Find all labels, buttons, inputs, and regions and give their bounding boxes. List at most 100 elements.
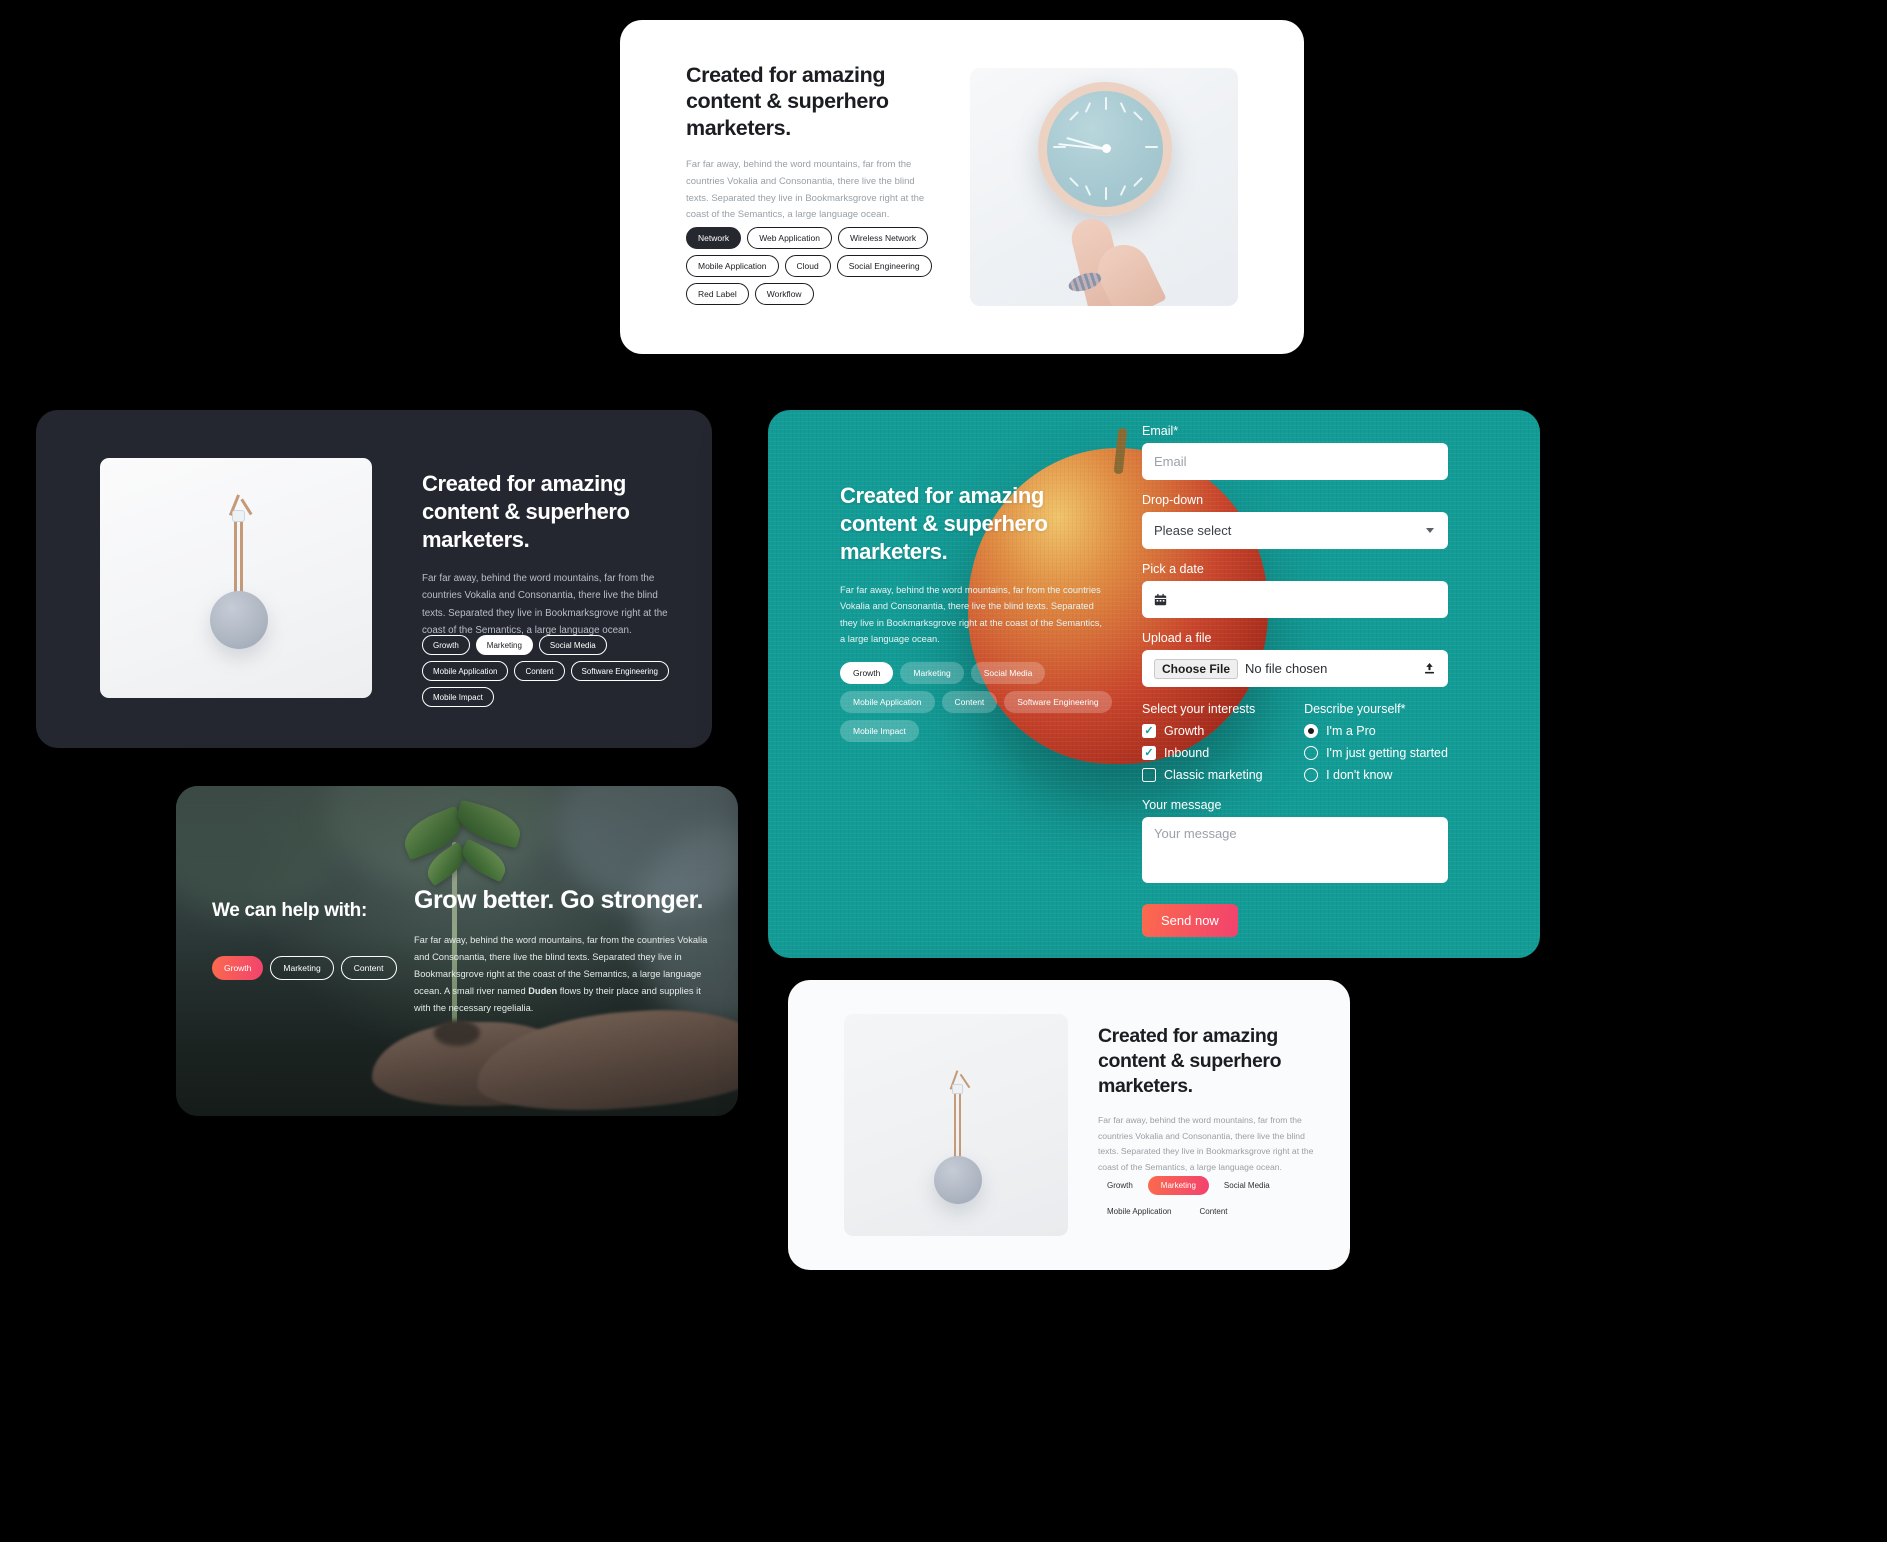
card-form-heading: Created for amazing content & superhero …: [840, 482, 1112, 566]
interests-legend: Select your interests: [1142, 702, 1256, 716]
radio-i-dont-know[interactable]: I don't know: [1304, 768, 1448, 782]
tag-mobile-application[interactable]: Mobile Application: [422, 661, 509, 681]
heading-line: marketers.: [840, 538, 948, 564]
radio-icon[interactable]: [1304, 768, 1319, 782]
card-form: Created for amazing content & superhero …: [768, 410, 1540, 958]
radio-icon[interactable]: [1304, 724, 1319, 738]
tag-workflow[interactable]: Workflow: [754, 283, 814, 305]
pendant-photo-light: [844, 1014, 1068, 1236]
upload-icon[interactable]: [1423, 662, 1436, 675]
dropdown-label: Drop-down: [1142, 493, 1204, 507]
tag-social-media[interactable]: Social Media: [538, 635, 607, 655]
heading-line: Created for amazing: [840, 483, 1044, 508]
tag-red-label[interactable]: Red Label: [686, 283, 749, 305]
checkbox-growth[interactable]: Growth: [1142, 724, 1282, 738]
calendar-icon: [1154, 593, 1167, 606]
card-form-tags: Growth Marketing Social Media Mobile App…: [840, 662, 1122, 742]
checkbox-label: Growth: [1164, 724, 1205, 738]
tag-mobile-impact[interactable]: Mobile Impact: [840, 720, 919, 742]
tag-content[interactable]: Content: [1190, 1202, 1236, 1221]
card-dark: Created for amazing content & superhero …: [36, 410, 712, 748]
tag-wireless-network[interactable]: Wireless Network: [838, 227, 929, 249]
tag-social-media[interactable]: Social Media: [970, 662, 1046, 684]
checkbox-icon[interactable]: [1142, 746, 1156, 760]
tag-row: Mobile Application Content: [1098, 1202, 1334, 1221]
card-light-heading: Created for amazing content & superhero …: [1098, 1024, 1334, 1098]
screenshot-root: Created for amazing content & superhero …: [0, 0, 1887, 1542]
radio-label: I don't know: [1326, 768, 1393, 782]
card-nature: We can help with: Growth Marketing Conte…: [176, 786, 738, 1116]
card-clock-tags: Network Web Application Wireless Network…: [686, 227, 950, 305]
card-dark-heading: Created for amazing content & superhero …: [422, 470, 690, 554]
card-nature-body: Far far away, behind the word mountains,…: [414, 932, 719, 1017]
tag-cloud[interactable]: Cloud: [784, 255, 831, 277]
dropdown-select[interactable]: Please select: [1142, 512, 1448, 549]
card-clock-heading: Created for amazing content & superhero …: [686, 62, 936, 141]
tag-growth[interactable]: Growth: [422, 635, 470, 655]
tag-marketing[interactable]: Marketing: [900, 662, 964, 684]
tag-software-engineering[interactable]: Software Engineering: [1004, 691, 1112, 713]
card-nature-heading: Grow better. Go stronger.: [414, 886, 703, 914]
card-dark-body: Far far away, behind the word mountains,…: [422, 572, 668, 637]
tag-marketing[interactable]: Marketing: [475, 635, 533, 655]
tag-network[interactable]: Network: [686, 227, 742, 249]
radio-just-getting-started[interactable]: I'm just getting started: [1304, 746, 1448, 760]
tag-content[interactable]: Content: [340, 956, 397, 980]
tag-web-application[interactable]: Web Application: [747, 227, 832, 249]
card-clock: Created for amazing content & superhero …: [620, 20, 1304, 354]
file-input[interactable]: Choose File No file chosen: [1142, 650, 1448, 687]
heading-line: marketers.: [1098, 1074, 1193, 1097]
email-label: Email*: [1142, 424, 1179, 438]
tag-social-engineering[interactable]: Social Engineering: [836, 255, 932, 277]
heading-line: content & superhero: [686, 89, 889, 114]
radio-icon[interactable]: [1304, 746, 1319, 760]
heading-line: content & superhero: [1098, 1049, 1282, 1072]
checkbox-label: Inbound: [1164, 746, 1210, 760]
send-now-button[interactable]: Send now: [1142, 904, 1238, 937]
checkbox-label: Classic marketing: [1164, 768, 1263, 782]
heading-line: content & superhero: [840, 510, 1048, 536]
heading-line: content & superhero: [422, 498, 630, 524]
tag-content[interactable]: Content: [514, 661, 565, 681]
file-status: No file chosen: [1245, 661, 1328, 676]
tag-mobile-application[interactable]: Mobile Application: [1098, 1202, 1180, 1221]
tag-marketing[interactable]: Marketing: [270, 956, 334, 980]
heading-line: marketers.: [422, 526, 530, 552]
radio-label: I'm a Pro: [1326, 724, 1376, 738]
card-nature-kicker: We can help with:: [212, 900, 368, 921]
heading-line: Created for amazing: [422, 471, 626, 496]
checkbox-inbound[interactable]: Inbound: [1142, 746, 1282, 760]
card-dark-tags: Growth Marketing Social Media Mobile App…: [422, 635, 690, 707]
heading-line: Created for amazing: [1098, 1025, 1278, 1047]
tag-mobile-impact[interactable]: Mobile Impact: [422, 687, 494, 707]
tag-content[interactable]: Content: [941, 691, 998, 713]
tag-social-media[interactable]: Social Media: [1215, 1176, 1279, 1195]
tag-mobile-application[interactable]: Mobile Application: [840, 691, 935, 713]
heading-line: Created for amazing: [686, 63, 886, 87]
date-label: Pick a date: [1142, 562, 1204, 576]
message-label: Your message: [1142, 798, 1222, 812]
tag-growth[interactable]: Growth: [1098, 1176, 1142, 1195]
heading-line: marketers.: [686, 115, 791, 140]
tag-mobile-application[interactable]: Mobile Application: [686, 255, 779, 277]
choose-file-button[interactable]: Choose File: [1154, 658, 1239, 679]
tag-marketing[interactable]: Marketing: [1147, 1176, 1209, 1195]
card-light-tags: Growth Marketing Social Media Mobile App…: [1098, 1176, 1334, 1221]
date-input[interactable]: [1142, 581, 1448, 618]
radio-im-a-pro[interactable]: I'm a Pro: [1304, 724, 1448, 738]
card-clock-body: Far far away, behind the word mountains,…: [686, 159, 925, 221]
tag-software-engineering[interactable]: Software Engineering: [570, 661, 670, 681]
tag-growth[interactable]: Growth: [840, 662, 894, 684]
dropdown-value[interactable]: Please select: [1142, 512, 1448, 549]
radio-label: I'm just getting started: [1326, 746, 1448, 760]
describe-legend: Describe yourself*: [1304, 702, 1406, 716]
checkbox-classic-marketing[interactable]: Classic marketing: [1142, 768, 1282, 782]
clock-photo: [970, 68, 1238, 306]
checkbox-icon[interactable]: [1142, 724, 1156, 738]
email-input[interactable]: [1142, 443, 1448, 480]
pendant-photo-dark: [100, 458, 372, 698]
card-nature-tags: Growth Marketing Content: [212, 956, 397, 980]
message-textarea[interactable]: [1142, 817, 1448, 883]
tag-growth[interactable]: Growth: [212, 956, 264, 980]
checkbox-icon[interactable]: [1142, 768, 1156, 782]
